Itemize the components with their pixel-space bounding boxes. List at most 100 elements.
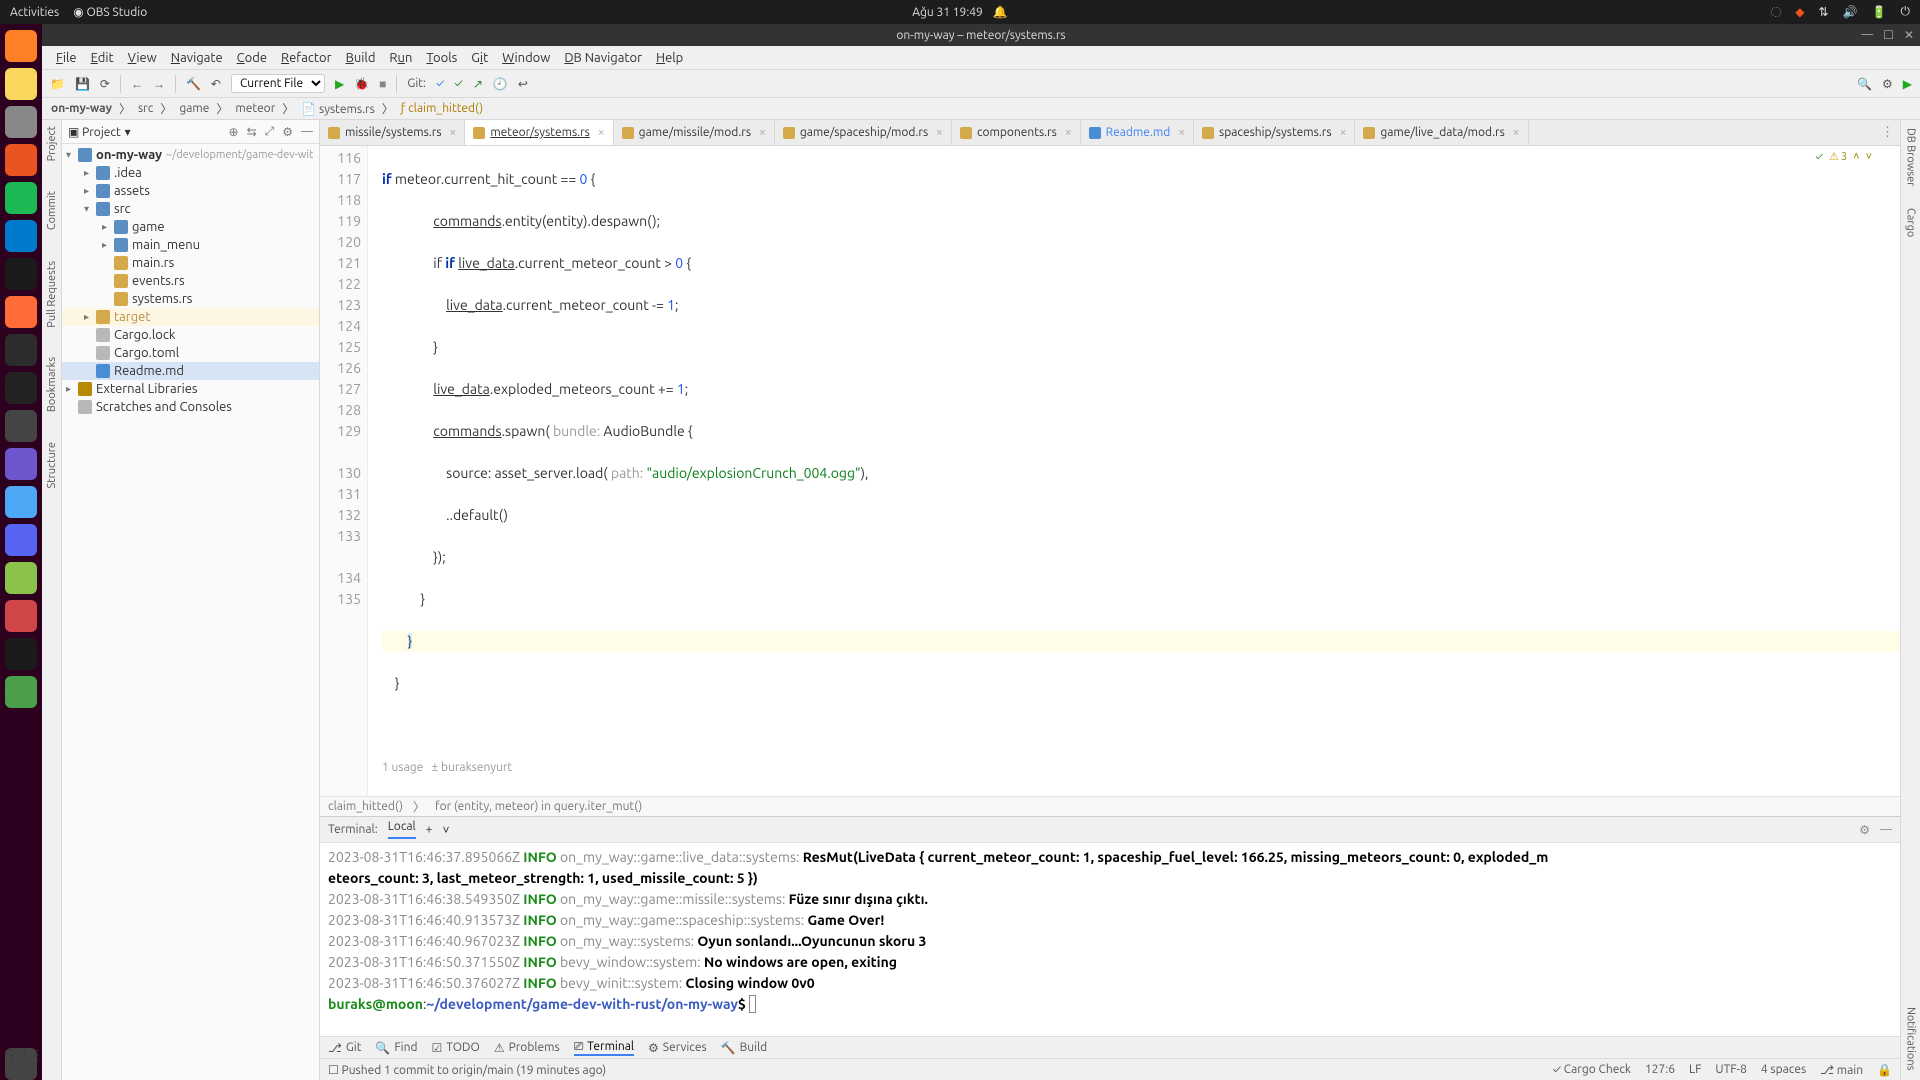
tree-game[interactable]: ▸game [62, 218, 319, 236]
launcher-files-icon[interactable] [5, 106, 37, 138]
code-editor[interactable]: ✓3˄˅ 11611711811912012112212312412512612… [320, 146, 1900, 796]
tab-components[interactable]: components.rs× [952, 120, 1081, 145]
expand-icon[interactable]: ⤢ [265, 125, 275, 139]
menu-run[interactable]: Run [383, 49, 418, 67]
terminal-tab-dropdown[interactable]: ˅ [442, 823, 449, 837]
status-line-sep[interactable]: LF [1689, 1063, 1701, 1076]
project-tree[interactable]: ▾on-my-way~/development/game-dev-wit ▸.i… [62, 144, 319, 1080]
launcher-postman-icon[interactable] [5, 296, 37, 328]
activities-button[interactable]: Activities [10, 6, 59, 19]
rail-db-browser[interactable]: DB Browser [1905, 128, 1917, 186]
save-icon[interactable]: 💾 [75, 77, 90, 91]
launcher-app-icon[interactable] [5, 600, 37, 632]
tab-missile-mod[interactable]: game/missile/mod.rs× [614, 120, 775, 145]
settings-icon[interactable]: ⚙ [1882, 77, 1893, 91]
tree-cargo-lock[interactable]: Cargo.lock [62, 326, 319, 344]
launcher-ide-icon[interactable] [5, 258, 37, 290]
tool-problems[interactable]: ⚠ Problems [494, 1041, 560, 1055]
launcher-github-icon[interactable] [5, 410, 37, 442]
debug-icon[interactable]: 🐞 [354, 77, 369, 91]
power-icon[interactable]: ⏻ [1901, 5, 1911, 19]
gear-icon[interactable]: ⚙ [282, 125, 293, 139]
launcher-apps-grid-icon[interactable]: ⋮⋮⋮ [5, 1048, 37, 1080]
breadcrumb-file[interactable]: 📄 systems.rs [298, 101, 378, 117]
launcher-ubuntu-icon[interactable] [5, 144, 37, 176]
back-icon[interactable]: ← [131, 77, 143, 91]
menu-file[interactable]: File [50, 49, 83, 67]
tab-spaceship-systems[interactable]: spaceship/systems.rs× [1194, 120, 1355, 145]
git-update-icon[interactable]: ✓ [436, 77, 444, 90]
tree-ext-lib[interactable]: ▸External Libraries [62, 380, 319, 398]
tool-todo[interactable]: ☑ TODO [431, 1041, 479, 1055]
notification-icon[interactable]: 🔔 [993, 5, 1008, 19]
tree-root[interactable]: ▾on-my-way~/development/game-dev-wit [62, 146, 319, 164]
clock[interactable]: Ağu 31 19:49 [912, 6, 983, 19]
terminal-hide-icon[interactable]: — [1880, 823, 1892, 837]
sync-icon[interactable]: ⟳ [100, 77, 110, 91]
rail-project[interactable]: Project [46, 126, 58, 161]
launcher-firefox-icon[interactable] [5, 30, 37, 62]
git-rollback-icon[interactable]: ↩ [518, 77, 528, 91]
terminal-settings-icon[interactable]: ⚙ [1859, 823, 1870, 837]
network-icon[interactable]: ⇅ [1819, 5, 1829, 19]
tray-icon[interactable]: ◌ [1771, 6, 1781, 19]
breadcrumb-project[interactable]: on-my-way [48, 101, 115, 116]
search-icon[interactable]: 🔍 [1857, 77, 1872, 91]
launcher-trash-icon[interactable] [5, 676, 37, 708]
breadcrumb-game[interactable]: game [176, 101, 212, 116]
project-scope-dropdown[interactable]: ▾ [125, 125, 131, 139]
window-minimize-icon[interactable]: — [1861, 28, 1873, 42]
open-icon[interactable]: 📁 [50, 77, 65, 91]
tree-systems-rs[interactable]: systems.rs [62, 290, 319, 308]
tree-cargo-toml[interactable]: Cargo.toml [62, 344, 319, 362]
rail-pull-requests[interactable]: Pull Requests [46, 261, 58, 328]
run-anything-icon[interactable]: ▶ [1903, 77, 1912, 91]
tree-events-rs[interactable]: events.rs [62, 272, 319, 290]
terminal-add-tab[interactable]: + [426, 823, 433, 836]
window-maximize-icon[interactable]: ☐ [1883, 28, 1894, 42]
tree-main-rs[interactable]: main.rs [62, 254, 319, 272]
tree-mainmenu[interactable]: ▸main_menu [62, 236, 319, 254]
launcher-notes-icon[interactable] [5, 68, 37, 100]
breadcrumb-function[interactable]: ƒ claim_hitted() [398, 101, 486, 116]
run-config-select[interactable]: Current File [231, 74, 325, 93]
rail-cargo[interactable]: Cargo [1905, 208, 1917, 237]
launcher-obs-icon[interactable] [5, 372, 37, 404]
tray-icon[interactable]: ◆ [1795, 5, 1804, 19]
launcher-spotify-icon[interactable] [5, 182, 37, 214]
tab-livedata-mod[interactable]: game/live_data/mod.rs× [1355, 120, 1528, 145]
launcher-steam-icon[interactable] [5, 448, 37, 480]
menu-help[interactable]: Help [650, 49, 689, 67]
launcher-app2-icon[interactable] [5, 638, 37, 670]
tool-services[interactable]: ⚙ Services [648, 1041, 707, 1055]
tab-meteor-systems[interactable]: meteor/systems.rs× [465, 120, 613, 145]
window-close-icon[interactable]: ✕ [1904, 28, 1914, 42]
terminal-tab-local[interactable]: Local [388, 820, 416, 839]
tool-find[interactable]: 🔍 Find [375, 1041, 417, 1055]
launcher-web-icon[interactable] [5, 562, 37, 594]
status-lock-icon[interactable]: 🔒 [1877, 1063, 1892, 1077]
breadcrumb-meteor[interactable]: meteor [232, 101, 278, 116]
breadnav-loop[interactable]: for (entity, meteor) in query.iter_mut() [435, 800, 642, 813]
tree-target[interactable]: ▸target [62, 308, 319, 326]
status-cargo-check[interactable]: ✓ Cargo Check [1553, 1063, 1631, 1076]
tabs-more-icon[interactable]: ⋮ [1881, 125, 1894, 140]
editor-inspection-status[interactable]: ✓3˄˅ [1815, 150, 1872, 163]
git-commit-icon[interactable]: ✓ [454, 77, 462, 90]
stop-icon[interactable]: ■ [379, 77, 386, 91]
hide-icon[interactable]: — [301, 125, 313, 138]
battery-icon[interactable]: 🔋 [1872, 5, 1887, 19]
hammer-icon[interactable]: 🔨 [186, 77, 201, 91]
menu-edit[interactable]: Edit [85, 49, 120, 67]
status-branch[interactable]: ⎇ main [1820, 1063, 1863, 1077]
rail-commit[interactable]: Commit [46, 191, 58, 230]
menu-refactor[interactable]: Refactor [275, 49, 338, 67]
tab-spaceship-mod[interactable]: game/spaceship/mod.rs× [775, 120, 952, 145]
tree-appearance-icon[interactable]: ⇆ [247, 125, 257, 139]
menu-code[interactable]: Code [231, 49, 273, 67]
launcher-discord-icon[interactable] [5, 524, 37, 556]
menu-tools[interactable]: Tools [420, 49, 463, 67]
volume-icon[interactable]: 🔊 [1843, 5, 1858, 19]
menu-dbnav[interactable]: DB Navigator [558, 49, 648, 67]
status-caret-pos[interactable]: 127:6 [1645, 1063, 1675, 1076]
